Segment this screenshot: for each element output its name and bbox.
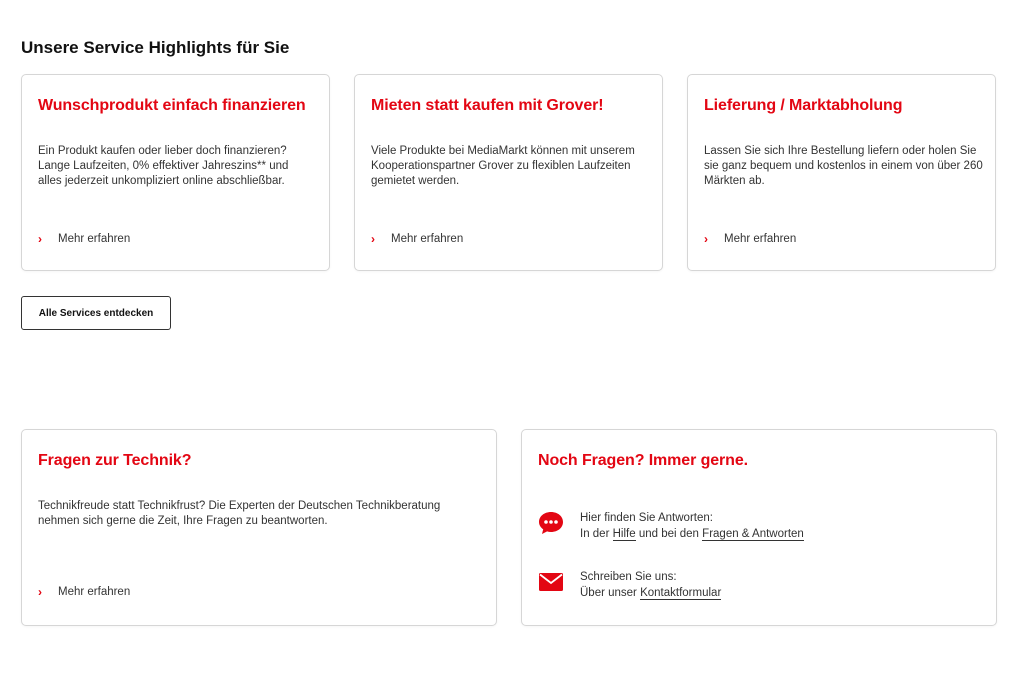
chevron-right-icon: ›: [38, 585, 42, 599]
faq-link[interactable]: Fragen & Antworten: [702, 528, 804, 541]
write-prefix: Über unser: [580, 587, 637, 599]
chevron-right-icon: ›: [704, 232, 708, 246]
card-title: Mieten statt kaufen mit Grover!: [371, 97, 604, 114]
write-line: Über unser Kontaktformular: [580, 585, 722, 601]
service-card-grover: Mieten statt kaufen mit Grover! Viele Pr…: [354, 74, 663, 271]
answers-prefix: In der: [580, 528, 610, 540]
answers-line: In der Hilfe und bei den Fragen & Antwor…: [580, 526, 804, 542]
service-card-financing: Wunschprodukt einfach finanzieren Ein Pr…: [21, 74, 330, 271]
card-text: Ein Produkt kaufen oder lieber doch fina…: [38, 145, 289, 187]
more-link-label: Mehr erfahren: [58, 586, 131, 598]
technik-card: Fragen zur Technik? Technikfreude statt …: [21, 429, 497, 626]
more-link[interactable]: › Mehr erfahren: [371, 232, 463, 246]
envelope-icon: [539, 573, 563, 591]
service-card-delivery: Lieferung / Marktabholung Lassen Sie sic…: [687, 74, 996, 271]
card-title: Lieferung / Marktabholung: [704, 97, 903, 114]
answers-row: Hier finden Sie Antworten: In der Hilfe …: [538, 510, 804, 542]
more-link-label: Mehr erfahren: [58, 233, 131, 245]
chevron-right-icon: ›: [38, 232, 42, 246]
help-link[interactable]: Hilfe: [612, 528, 636, 541]
section-title: Unsere Service Highlights für Sie: [21, 38, 290, 57]
answers-heading: Hier finden Sie Antworten:: [580, 512, 713, 524]
more-link[interactable]: › Mehr erfahren: [38, 585, 130, 599]
all-services-button[interactable]: Alle Services entdecken: [21, 296, 171, 330]
write-row: Schreiben Sie uns: Über unser Kontaktfor…: [538, 569, 722, 601]
card-title: Noch Fragen? Immer gerne.: [538, 452, 748, 469]
write-heading: Schreiben Sie uns:: [580, 571, 677, 583]
more-link[interactable]: › Mehr erfahren: [38, 232, 130, 246]
card-title: Fragen zur Technik?: [38, 452, 192, 469]
card-title: Wunschprodukt einfach finanzieren: [38, 97, 306, 114]
card-text: Lassen Sie sich Ihre Bestellung liefern …: [704, 145, 983, 187]
more-link-label: Mehr erfahren: [391, 233, 464, 245]
chevron-right-icon: ›: [371, 232, 375, 246]
more-link-label: Mehr erfahren: [724, 233, 797, 245]
card-text: Viele Produkte bei MediaMarkt können mit…: [371, 145, 635, 187]
answers-middle: und bei den: [638, 528, 699, 540]
chat-bubble-icon: [539, 512, 563, 534]
contact-form-link[interactable]: Kontaktformular: [640, 587, 722, 600]
card-text: Technikfreude statt Technikfrust? Die Ex…: [38, 500, 441, 527]
more-link[interactable]: › Mehr erfahren: [704, 232, 796, 246]
contact-card: Noch Fragen? Immer gerne. Hier finden Si…: [521, 429, 997, 626]
